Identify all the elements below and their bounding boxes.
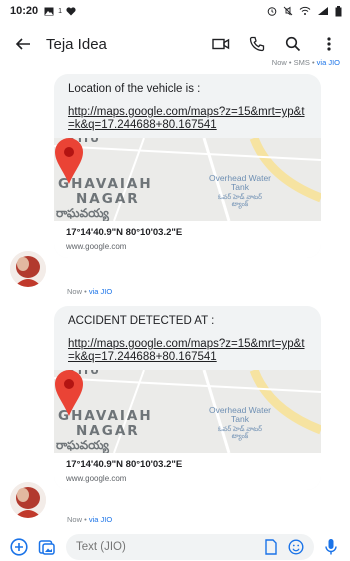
meta-via: via JIO [88,515,113,524]
status-bar: 10:20 1 [0,0,350,22]
search-icon [285,36,301,52]
message-heading: Location of the vehicle is : [68,83,201,95]
preview-title: 17°14'40.9"N 80°10'03.2"E [66,227,183,238]
add-attachment-button[interactable] [8,536,30,558]
message-heading: ACCIDENT DETECTED AT : [68,315,215,327]
gallery-icon [44,7,54,15]
map-link[interactable]: http://maps.google.com/maps?z=15&mrt=yp&… [68,338,309,364]
sim-selector-button[interactable] [264,538,278,555]
top-meta-via: via JIO [316,58,340,67]
meta-sep: • [82,287,89,296]
map-text-nagar: NAGAR [76,423,140,439]
map-text-telugu: రాఘవయ్య [56,438,109,452]
contact-name[interactable]: Teja Idea [46,36,107,53]
meta-time: Now [67,515,83,524]
phone-icon [249,36,265,52]
map-preview[interactable]: ƧIIU GHAVAIAH NAGAR రాఘవయ్య Overhead Wat… [54,370,321,453]
map-preview[interactable]: ƧIIU GHAVAIAH NAGAR రాఘవయ్య Overhead Wat… [54,138,321,221]
more-vert-icon [327,37,331,51]
map-text-telugu: రాఘవయ్య [56,206,109,220]
emoji-button[interactable] [288,538,304,555]
back-arrow-icon [15,38,30,50]
preview-domain: www.google.com [66,474,127,483]
alarm-icon [267,7,277,16]
data-speed-icon: 1 [58,8,62,15]
meta-via: via JIO [88,287,113,296]
gallery-sticker-button[interactable] [36,536,58,558]
mic-icon [325,538,337,554]
preview-title: 17°14'40.9"N 80°10'03.2"E [66,459,183,470]
avatar[interactable] [10,482,46,518]
map-pin-icon [55,138,83,184]
meta-time: Now [67,287,83,296]
avatar-image [10,482,46,518]
link-preview-card[interactable]: 17°14'40.9"N 80°10'03.2"E www.google.com [54,221,321,258]
emoji-icon [288,538,304,555]
gallery-sticker-icon [38,539,55,555]
map-pin-icon [55,370,83,416]
map-text-overhead: Overhead Water Tank [208,405,272,424]
map-text-nagar: NAGAR [76,191,140,207]
wifi-icon [299,6,311,15]
top-meta-sep: • SMS • [286,58,317,67]
data-speed-value: 1 [58,7,63,15]
mute-icon [283,6,293,16]
voice-input-button[interactable] [320,536,342,558]
video-call-button[interactable] [210,33,232,55]
signal-icon [318,7,328,15]
compose-bar [0,532,350,561]
meta-sep: • [82,515,89,524]
map-text-overhead-te: ఓవర్ హెడ్ వాటర్ ట్యాంక్ [217,426,263,440]
map-text-overhead-te: ఓవర్ హెడ్ వాటర్ ట్యాంక్ [217,194,263,208]
phone-call-button[interactable] [246,33,268,55]
sim-icon [265,538,277,555]
top-meta-time: Now [271,58,287,67]
battery-icon [335,5,342,16]
message-bubble[interactable]: Location of the vehicle is : http://maps… [54,74,321,258]
message-meta: Now • via JIO [67,515,112,524]
more-options-button[interactable] [318,33,340,55]
back-button[interactable] [10,31,36,57]
link-preview-card[interactable]: 17°14'40.9"N 80°10'03.2"E www.google.com [54,453,321,490]
heart-icon [66,6,76,15]
map-link[interactable]: http://maps.google.com/maps?z=15&mrt=yp&… [68,106,309,132]
message-bubble[interactable]: ACCIDENT DETECTED AT : http://maps.googl… [54,306,321,490]
compose-field[interactable] [66,533,314,560]
video-call-icon [212,38,230,50]
message-meta: Now • via JIO [67,287,112,296]
avatar-image [10,251,46,287]
add-icon [10,537,28,556]
status-time: 10:20 [10,5,39,17]
app-bar: Teja Idea [0,26,350,62]
map-text-overhead: Overhead Water Tank [208,173,272,192]
top-message-meta: Now • SMS • via JIO [272,58,340,67]
preview-domain: www.google.com [66,242,127,251]
message-input[interactable] [76,540,264,553]
search-button[interactable] [282,33,304,55]
avatar[interactable] [10,251,46,287]
